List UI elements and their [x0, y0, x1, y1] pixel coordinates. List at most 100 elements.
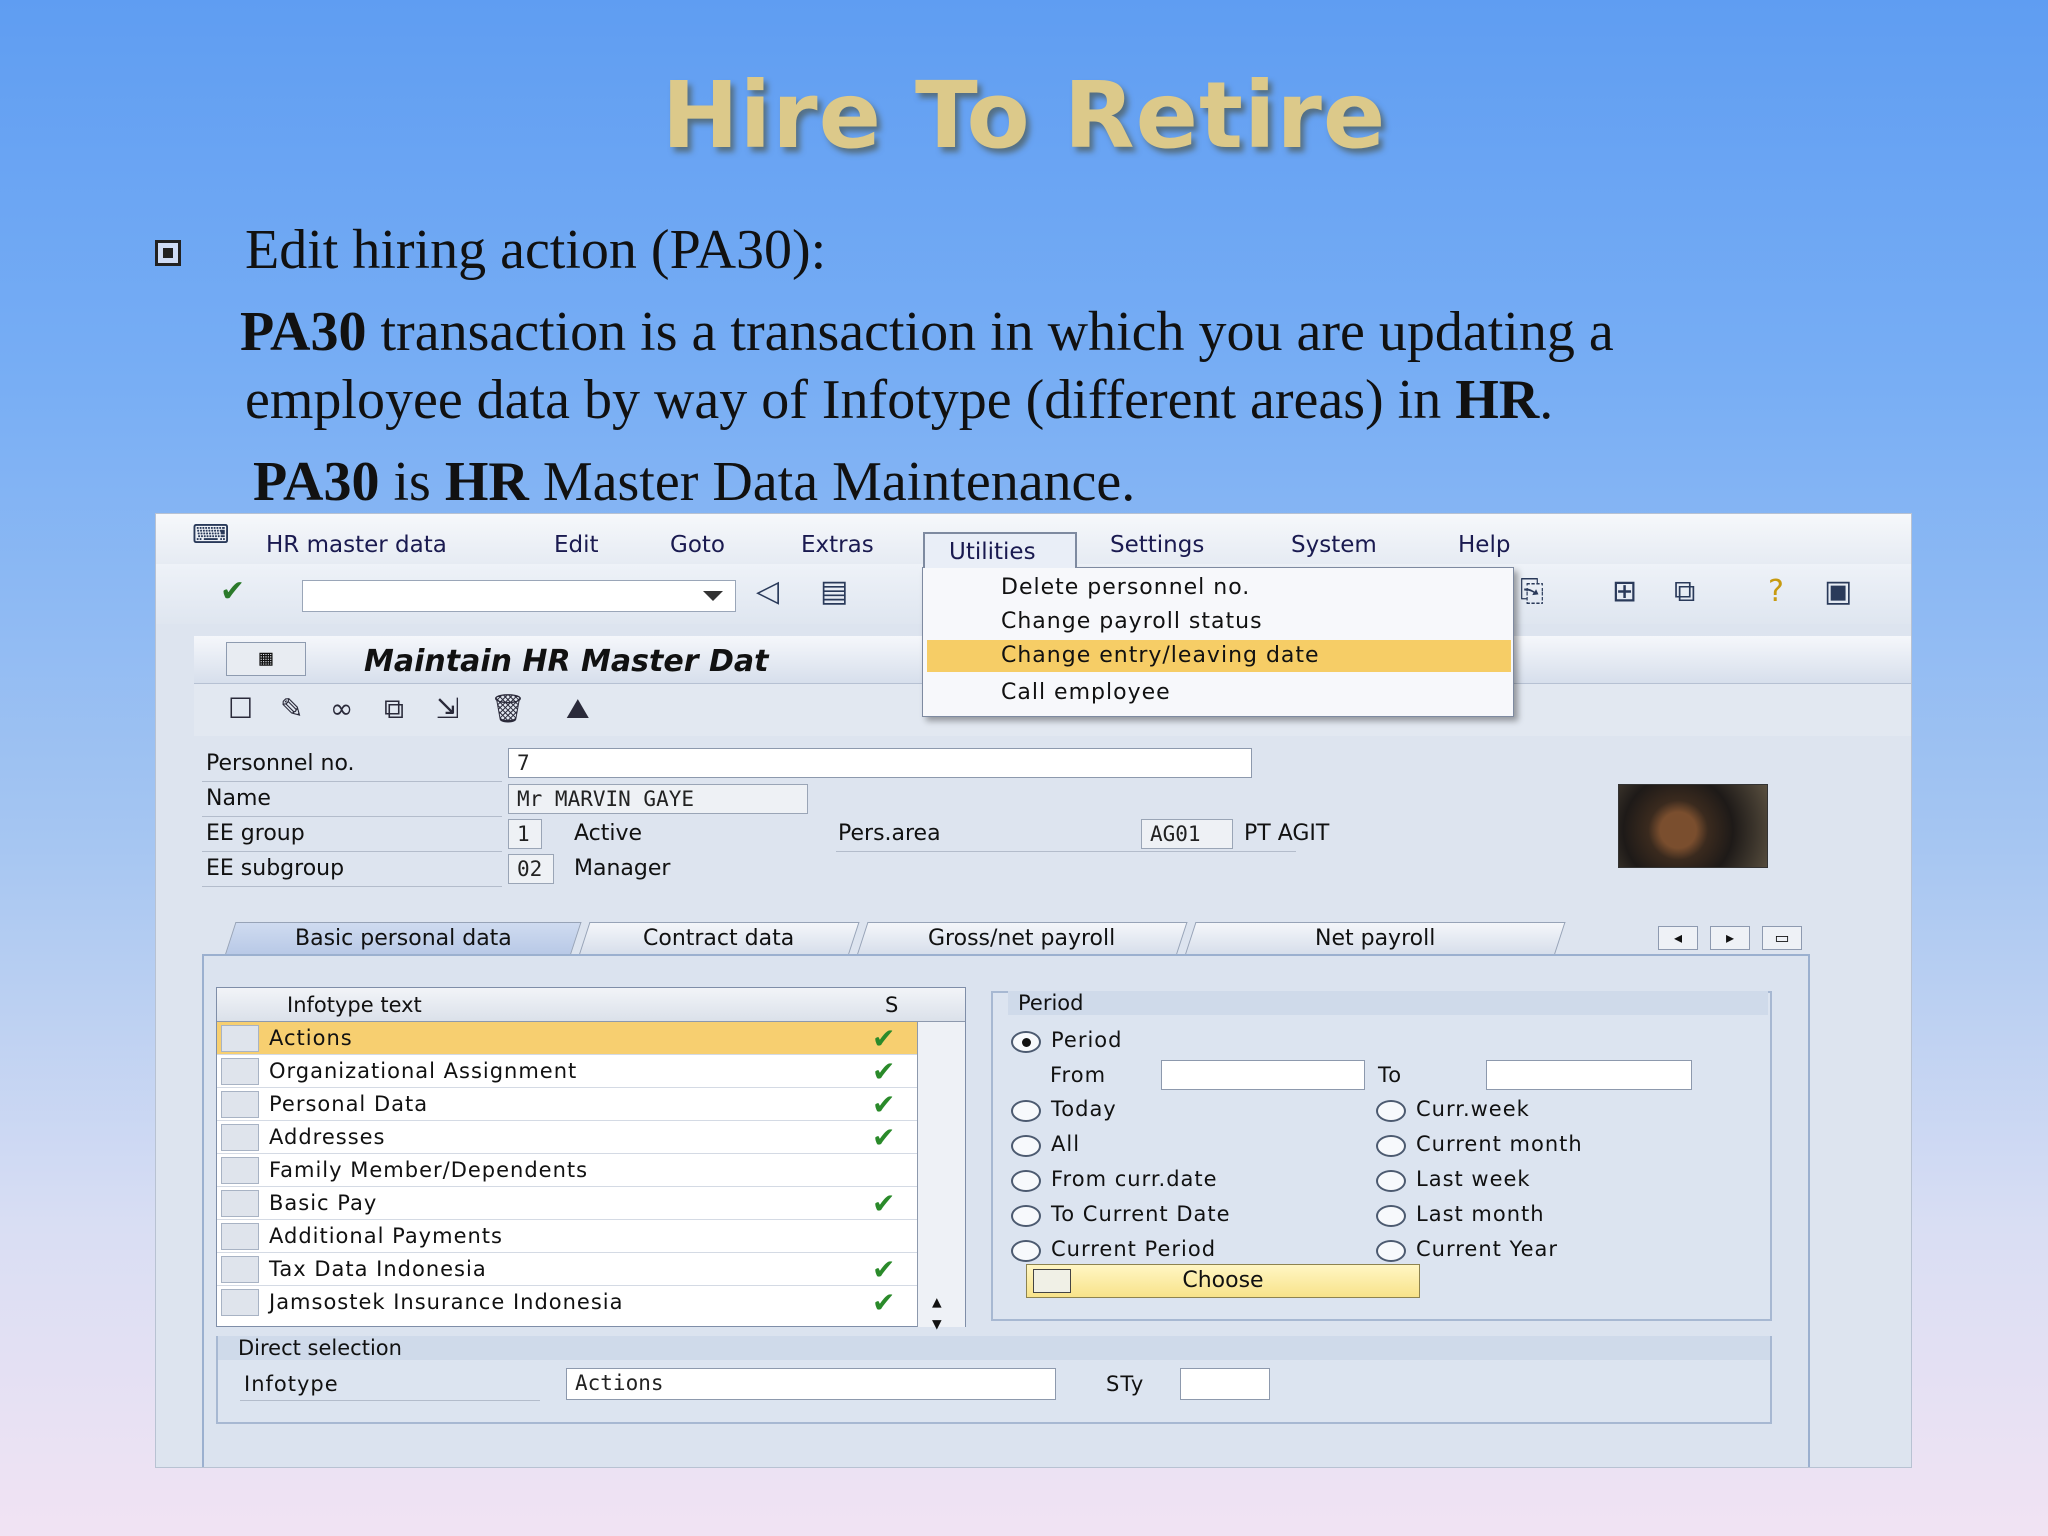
subtype-label: STy	[1106, 1372, 1145, 1396]
from-date-field[interactable]	[1161, 1060, 1365, 1090]
menu-help[interactable]: Help	[1458, 532, 1510, 558]
check-icon: ✔	[872, 1286, 896, 1319]
tab-scroll-left-icon[interactable]: ◂	[1658, 926, 1698, 950]
ee-group-text: Active	[574, 821, 643, 846]
row-selector[interactable]	[221, 1124, 259, 1151]
table-header: Infotype text S	[217, 988, 965, 1022]
table-row[interactable]: Tax Data Indonesia ✔	[217, 1253, 965, 1286]
col-status[interactable]: S	[885, 993, 898, 1017]
table-row[interactable]: Basic Pay ✔	[217, 1187, 965, 1220]
bullet-text: Edit hiring action (PA30):	[245, 219, 827, 281]
check-icon: ✔	[872, 1022, 896, 1055]
command-field[interactable]	[302, 580, 736, 612]
row-selector[interactable]	[221, 1157, 259, 1184]
tab-basic-personal-data[interactable]: Basic personal data	[224, 922, 582, 956]
to-current-date-radio[interactable]	[1011, 1205, 1041, 1227]
current-month-radio[interactable]	[1376, 1135, 1406, 1157]
divider	[202, 886, 502, 887]
infotype-text: Family Member/Dependents	[269, 1158, 589, 1182]
menu-item-call-employee[interactable]: Call employee	[927, 677, 1511, 709]
subtype-input[interactable]	[1180, 1368, 1270, 1400]
check-icon: ✔	[872, 1253, 896, 1286]
menu-utilities[interactable]: Utilities	[923, 532, 1077, 568]
infotype-text: Basic Pay	[269, 1191, 378, 1215]
infotype-input[interactable]: Actions	[566, 1368, 1056, 1400]
layout-icon[interactable]: ⊞	[1612, 574, 1637, 609]
customize-icon[interactable]: ▣	[1824, 574, 1852, 609]
back-icon[interactable]: ◁	[756, 574, 779, 609]
table-row[interactable]: Personal Data ✔	[217, 1088, 965, 1121]
tab-net-payroll[interactable]: Net payroll	[1184, 922, 1566, 956]
table-row[interactable]: Actions ✔	[217, 1022, 965, 1055]
to-date-field[interactable]	[1486, 1060, 1692, 1090]
last-month-radio[interactable]	[1376, 1205, 1406, 1227]
menu-item-delete-personnel-no[interactable]: Delete personnel no.	[927, 572, 1511, 604]
curr-week-radio[interactable]	[1376, 1100, 1406, 1122]
row-selector[interactable]	[221, 1223, 259, 1250]
create-icon[interactable]: ☐	[228, 692, 253, 725]
menu-item-change-payroll-status[interactable]: Change payroll status	[927, 606, 1511, 638]
menu-edit[interactable]: Edit	[554, 532, 599, 558]
row-selector[interactable]	[221, 1256, 259, 1283]
all-radio[interactable]	[1011, 1135, 1041, 1157]
menu-hr-master-data[interactable]: HR master data	[266, 532, 447, 558]
tab-contract-data[interactable]: Contract data	[578, 922, 860, 956]
infotype-table: Infotype text S Actions ✔ Organizational …	[216, 987, 966, 1333]
table-row[interactable]: Addresses ✔	[217, 1121, 965, 1154]
paragraph-text: employee data by way of Infotype (differ…	[245, 369, 1456, 431]
help-icon[interactable]: ?	[1768, 574, 1784, 609]
menu-item-change-entry-leaving-date[interactable]: Change entry/leaving date	[927, 640, 1511, 672]
enter-check-icon[interactable]: ✔	[220, 574, 245, 609]
tab-gross-net-payroll[interactable]: Gross/net payroll	[856, 922, 1188, 956]
table-row[interactable]: Organizational Assignment ✔	[217, 1055, 965, 1088]
row-selector[interactable]	[221, 1289, 259, 1316]
radio-label: Curr.week	[1416, 1097, 1530, 1121]
table-row[interactable]: Family Member/Dependents	[217, 1154, 965, 1187]
col-infotype-text[interactable]: Infotype text	[287, 993, 422, 1017]
screen-menu-icon[interactable]: ▦	[226, 642, 306, 676]
change-pencil-icon[interactable]: ✎	[280, 692, 303, 725]
choose-button[interactable]: Choose	[1026, 1264, 1420, 1298]
display-glasses-icon[interactable]: ∞	[330, 692, 353, 725]
row-selector[interactable]	[221, 1025, 259, 1052]
utilities-dropdown: Delete personnel no. Change payroll stat…	[922, 567, 1514, 717]
radio-label: Current month	[1416, 1132, 1583, 1156]
table-row[interactable]: Jamsostek Insurance Indonesia ✔	[217, 1286, 965, 1319]
scroll-down-icon[interactable]: ▼	[932, 1314, 942, 1333]
current-period-radio[interactable]	[1011, 1240, 1041, 1262]
from-curr-date-radio[interactable]	[1011, 1170, 1041, 1192]
row-selector[interactable]	[221, 1190, 259, 1217]
tab-label: Contract data	[643, 926, 795, 951]
copy-icon[interactable]: ⧉	[384, 692, 404, 726]
menu-system[interactable]: System	[1291, 532, 1377, 558]
tab-list-icon[interactable]: ▭	[1762, 926, 1802, 950]
menu-settings[interactable]: Settings	[1110, 532, 1204, 558]
infotype-text: Jamsostek Insurance Indonesia	[269, 1290, 624, 1314]
tab-scroll-right-icon[interactable]: ▸	[1710, 926, 1750, 950]
last-week-radio[interactable]	[1376, 1170, 1406, 1192]
row-selector[interactable]	[221, 1058, 259, 1085]
menu-extras[interactable]: Extras	[801, 532, 874, 558]
screen-title: Maintain HR Master Dat	[364, 644, 769, 679]
menu-icon[interactable]: ⌨	[192, 520, 230, 550]
radio-label: From curr.date	[1051, 1167, 1218, 1191]
row-selector[interactable]	[221, 1091, 259, 1118]
save-icon[interactable]: ▤	[820, 574, 848, 609]
delete-trash-icon[interactable]: 🗑	[490, 692, 526, 725]
scroll-up-icon[interactable]: ▲	[932, 1292, 942, 1311]
shortcut-icon[interactable]: ⎘	[1520, 574, 1544, 609]
table-row[interactable]: Additional Payments	[217, 1220, 965, 1253]
new-session-icon[interactable]: ⧉	[1674, 574, 1695, 609]
overview-icon[interactable]: ⛰	[566, 692, 590, 726]
personnel-no-field[interactable]: 7	[508, 748, 1252, 778]
radio-label: Current Period	[1051, 1237, 1217, 1261]
menu-goto[interactable]: Goto	[670, 532, 725, 558]
current-year-radio[interactable]	[1376, 1240, 1406, 1262]
table-scrollbar[interactable]: ▲ ▼	[917, 1022, 965, 1333]
radio-label: Last week	[1416, 1167, 1531, 1191]
divider	[240, 1400, 540, 1401]
period-radio[interactable]	[1011, 1031, 1041, 1053]
today-radio[interactable]	[1011, 1100, 1041, 1122]
delimit-icon[interactable]: ⇲	[436, 692, 459, 725]
chevron-down-icon[interactable]	[703, 591, 723, 601]
